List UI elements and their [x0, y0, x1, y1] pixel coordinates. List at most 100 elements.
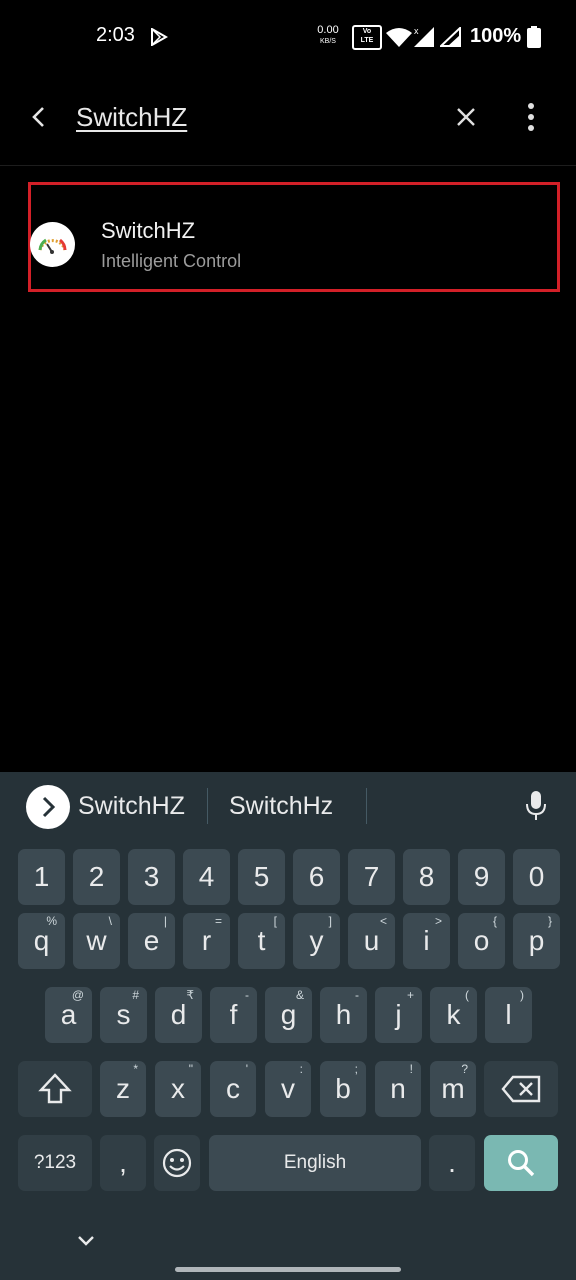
key-hint: %: [46, 914, 57, 928]
key-label: r: [201, 925, 212, 956]
key-0[interactable]: q%: [18, 913, 65, 969]
number-key[interactable]: 7: [348, 849, 395, 905]
key-6[interactable]: u <: [348, 913, 395, 969]
key-hint: [: [273, 914, 277, 928]
cell-signal-icon: x: [414, 26, 434, 47]
key-hint: :: [299, 1062, 303, 1076]
symbols-key[interactable]: ?123: [18, 1135, 92, 1191]
key-label: o: [473, 925, 490, 956]
network-speed-value: 0.00: [317, 24, 339, 36]
key-6[interactable]: m?: [430, 1061, 476, 1117]
result-title: SwitchHZ: [101, 218, 196, 243]
emoji-key[interactable]: [154, 1135, 200, 1191]
search-input[interactable]: SwitchHZ: [76, 102, 187, 133]
status-time: 2:03: [96, 24, 135, 46]
key-hint: <: [379, 914, 387, 928]
key-4[interactable]: t[: [238, 913, 285, 969]
key-label: m: [441, 1073, 465, 1104]
back-arrow-icon[interactable]: [26, 104, 52, 130]
speedometer-icon: [38, 238, 67, 254]
number-key[interactable]: 3: [128, 849, 175, 905]
key-hint: ': [245, 1062, 248, 1076]
svg-text:x: x: [414, 26, 419, 36]
key-8[interactable]: o{: [458, 913, 505, 969]
battery-icon: [527, 26, 541, 48]
key-label: g: [280, 999, 297, 1030]
key-4[interactable]: b;: [320, 1061, 366, 1117]
period-key[interactable]: .: [429, 1135, 475, 1191]
microphone-icon[interactable]: [524, 790, 548, 822]
suggestion-1[interactable]: SwitchHZ: [78, 792, 185, 821]
number-key[interactable]: 9: [458, 849, 505, 905]
emoji-icon: [162, 1148, 192, 1178]
shift-icon: [38, 1073, 72, 1104]
key-1[interactable]: s #: [100, 987, 147, 1043]
space-key[interactable]: English: [209, 1135, 421, 1191]
key-label: d: [170, 999, 187, 1030]
key-label: f: [229, 999, 238, 1030]
number-key[interactable]: 1: [18, 849, 65, 905]
number-key[interactable]: 2: [73, 849, 120, 905]
key-hint: \: [108, 914, 112, 928]
number-key[interactable]: 4: [183, 849, 230, 905]
search-key[interactable]: [484, 1135, 558, 1191]
suggestion-divider: [366, 788, 367, 824]
key-3[interactable]: f-: [210, 987, 257, 1043]
key-hint: !: [409, 1062, 413, 1076]
suggestion-expand-button[interactable]: [26, 785, 70, 829]
key-2[interactable]: d ₹: [155, 987, 202, 1043]
key-5[interactable]: h-: [320, 987, 367, 1043]
clear-icon[interactable]: [455, 106, 477, 128]
chevron-right-icon: [42, 796, 56, 818]
key-label: z: [116, 1073, 130, 1104]
key-hint: +: [406, 988, 414, 1002]
key-7[interactable]: i >: [403, 913, 450, 969]
backspace-key[interactable]: [484, 1061, 558, 1117]
network-speed-unit: KB/S: [320, 38, 336, 45]
key-5[interactable]: y]: [293, 913, 340, 969]
key-1[interactable]: x ": [155, 1061, 201, 1117]
key-2[interactable]: c ': [210, 1061, 256, 1117]
search-icon: [508, 1150, 535, 1177]
key-hint: ]: [328, 914, 332, 928]
key-label: c: [226, 1073, 240, 1104]
number-key[interactable]: 8: [403, 849, 450, 905]
key-3[interactable]: r =: [183, 913, 230, 969]
suggestion-2[interactable]: SwitchHz: [229, 792, 333, 821]
key-4[interactable]: g &: [265, 987, 312, 1043]
key-label: p: [528, 925, 545, 956]
number-key[interactable]: 0: [513, 849, 560, 905]
more-options-icon[interactable]: [520, 102, 542, 132]
home-gesture-bar[interactable]: [175, 1267, 401, 1272]
volte-top-label: Vo: [362, 28, 372, 35]
number-key[interactable]: 6: [293, 849, 340, 905]
number-key[interactable]: 5: [238, 849, 285, 905]
app-icon: [30, 222, 75, 267]
key-9[interactable]: p}: [513, 913, 560, 969]
key-hint: |: [163, 914, 167, 928]
key-hint: -: [245, 988, 249, 1002]
key-hint: ?: [461, 1062, 468, 1076]
key-hint: ₹: [186, 988, 194, 1002]
key-label: t: [257, 925, 266, 956]
key-hint: &: [295, 988, 304, 1002]
key-label: a: [60, 999, 77, 1030]
key-8[interactable]: l): [485, 987, 532, 1043]
key-1[interactable]: w \: [73, 913, 120, 969]
key-hint: {: [492, 914, 497, 928]
hide-keyboard-chevron-icon[interactable]: [76, 1234, 96, 1248]
key-2[interactable]: e |: [128, 913, 175, 969]
key-label: e: [143, 925, 160, 956]
key-0[interactable]: a @: [45, 987, 92, 1043]
key-0[interactable]: z *: [100, 1061, 146, 1117]
suggestion-divider: [207, 788, 208, 824]
key-7[interactable]: k(: [430, 987, 477, 1043]
comma-key[interactable]: ,: [100, 1135, 146, 1191]
key-5[interactable]: n!: [375, 1061, 421, 1117]
key-3[interactable]: v:: [265, 1061, 311, 1117]
key-label: q: [33, 925, 50, 956]
key-hint: ": [188, 1062, 193, 1076]
shift-key[interactable]: [18, 1061, 92, 1117]
key-6[interactable]: j +: [375, 987, 422, 1043]
wifi-icon: [386, 28, 412, 47]
